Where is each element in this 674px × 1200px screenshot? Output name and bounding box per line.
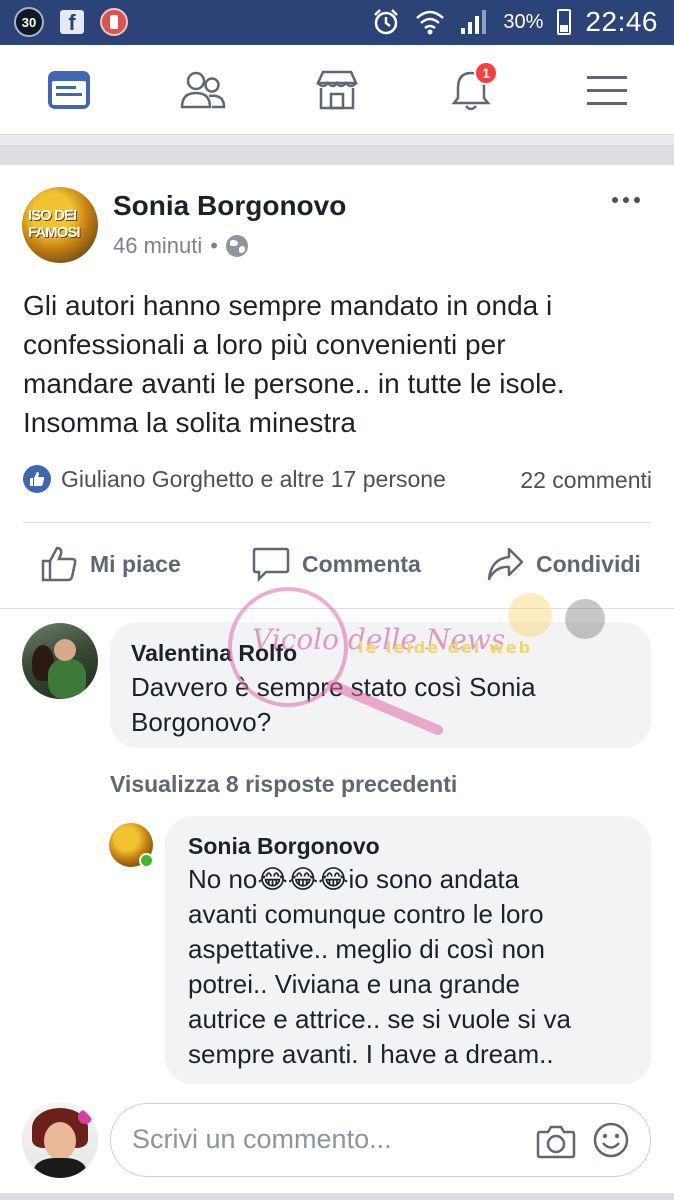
share-button[interactable]: Condividi bbox=[486, 545, 641, 583]
post-actions: Mi piace Commenta Condividi bbox=[0, 545, 674, 593]
comment-icon bbox=[252, 547, 290, 583]
commenter-avatar[interactable] bbox=[22, 623, 98, 699]
nav-friends[interactable] bbox=[178, 67, 228, 113]
notifications-badge: 1 bbox=[474, 61, 498, 85]
meta-separator: • bbox=[210, 233, 218, 258]
app-notification-icon bbox=[100, 8, 128, 36]
notification-count-icon: 30 bbox=[14, 7, 44, 37]
comment-button[interactable]: Commenta bbox=[252, 545, 421, 583]
post-time[interactable]: 46 minuti bbox=[113, 233, 202, 259]
marketplace-icon bbox=[316, 70, 358, 110]
friends-icon bbox=[180, 71, 226, 109]
news-feed-icon bbox=[48, 71, 90, 109]
comment-input-placeholder: Scrivi un commento... bbox=[132, 1124, 392, 1154]
alarm-icon bbox=[374, 9, 399, 35]
post-author-avatar[interactable]: ISO DEI FAMOSI bbox=[22, 187, 98, 263]
post-author-name[interactable]: Sonia Borgonovo bbox=[113, 190, 346, 222]
wifi-icon bbox=[416, 10, 445, 35]
divider bbox=[23, 522, 651, 523]
status-bar-notifications: 30 f bbox=[14, 7, 128, 37]
camera-icon[interactable] bbox=[536, 1122, 576, 1160]
feed-separator bbox=[0, 145, 674, 165]
nav-notifications[interactable]: 1 bbox=[446, 61, 498, 113]
view-previous-replies-link[interactable]: Visualizza 8 risposte precedenti bbox=[110, 771, 457, 798]
clock: 22:46 bbox=[585, 6, 658, 37]
share-label: Condividi bbox=[536, 550, 641, 577]
signal-icon bbox=[461, 10, 487, 34]
thumbs-up-icon bbox=[41, 546, 77, 582]
reactions-text: Giuliano Gorghetto e altre 17 persone bbox=[61, 465, 446, 492]
reply-bubble[interactable]: Sonia Borgonovo No no😂😂😂io sono andata a… bbox=[165, 816, 651, 1084]
reply-author[interactable]: Sonia Borgonovo bbox=[188, 833, 380, 860]
top-navigation: 1 bbox=[0, 45, 674, 135]
avatar-logo-text: ISO DEI FAMOSI bbox=[28, 207, 81, 241]
nav-marketplace[interactable] bbox=[312, 67, 362, 113]
nav-menu[interactable] bbox=[582, 67, 632, 113]
post-card: ISO DEI FAMOSI Sonia Borgonovo 46 minuti… bbox=[0, 165, 674, 1195]
reactions-summary[interactable]: Giuliano Gorghetto e altre 17 persone bbox=[23, 465, 446, 493]
status-bar-system: 30% 22:46 bbox=[371, 6, 658, 38]
reply-text: No no😂😂😂io sono andata avanti comunque c… bbox=[188, 864, 571, 1069]
share-icon bbox=[487, 547, 524, 581]
comment-label: Commenta bbox=[302, 550, 421, 577]
like-button[interactable]: Mi piace bbox=[40, 545, 181, 583]
nav-news-feed[interactable] bbox=[44, 67, 94, 113]
post-meta: 46 minuti • bbox=[113, 233, 248, 259]
facebook-notification-icon: f bbox=[60, 10, 84, 35]
more-options-icon[interactable] bbox=[612, 197, 640, 203]
battery-percent: 30% bbox=[503, 10, 544, 33]
like-label: Mi piace bbox=[90, 550, 181, 577]
comment-author[interactable]: Valentina Rolfo bbox=[131, 640, 297, 667]
current-user-avatar bbox=[22, 1102, 98, 1178]
comment-text: Davvero è sempre stato così Sonia Borgon… bbox=[131, 672, 536, 737]
like-reaction-icon bbox=[23, 465, 51, 493]
comment-input[interactable]: Scrivi un commento... bbox=[110, 1103, 651, 1177]
comment-bubble[interactable]: Valentina Rolfo Davvero è sempre stato c… bbox=[110, 622, 651, 748]
online-status-icon bbox=[139, 853, 154, 868]
bottom-separator bbox=[0, 1193, 674, 1200]
post-text: Gli autori hanno sempre mandato in onda … bbox=[23, 290, 565, 438]
emoji-icon[interactable] bbox=[592, 1121, 630, 1159]
divider bbox=[0, 608, 674, 609]
status-bar: 30 f 30% 22:46 bbox=[0, 0, 674, 45]
battery-icon bbox=[557, 9, 572, 35]
globe-icon bbox=[225, 235, 248, 257]
menu-icon bbox=[587, 76, 627, 105]
comments-count[interactable]: 22 commenti bbox=[520, 467, 652, 494]
